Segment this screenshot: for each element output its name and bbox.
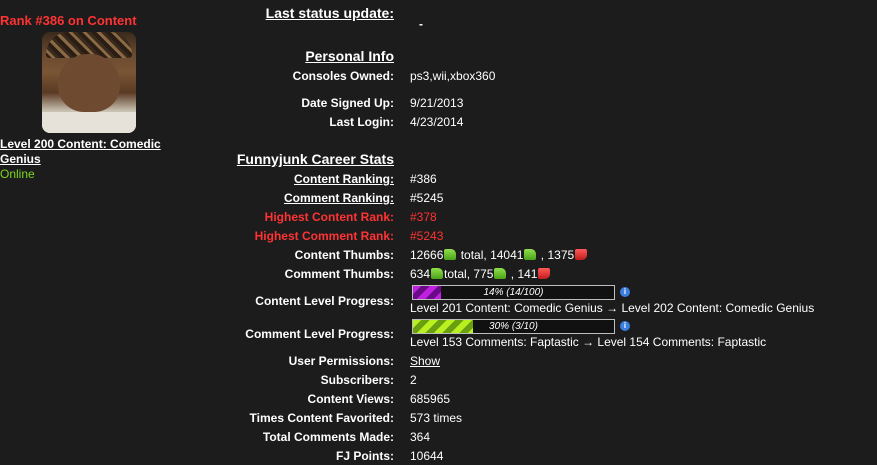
subscribers-value: 2 xyxy=(410,373,417,387)
content-views-value: 685965 xyxy=(410,392,451,406)
permissions-show-link[interactable]: Show xyxy=(410,354,440,368)
level-link[interactable]: Level 200 Content: Comedic Genius xyxy=(0,137,180,167)
content-thumbs-label: Content Thumbs: xyxy=(294,248,394,262)
online-status: Online xyxy=(0,167,35,181)
last-status-value: - xyxy=(419,17,423,31)
permissions-label: User Permissions: xyxy=(288,354,394,368)
total-comments-label: Total Comments Made: xyxy=(262,430,394,444)
comment-thumbs-up: 775 xyxy=(473,267,494,281)
content-thumbs-up: 14041 xyxy=(490,248,524,262)
last-status-label: Last status update: xyxy=(265,5,394,21)
highest-content-rank-label: Highest Content Rank: xyxy=(264,210,394,224)
rank-title: Rank #386 on Content xyxy=(0,13,137,28)
fj-points-value: 10644 xyxy=(410,449,444,463)
avatar-face xyxy=(58,54,120,112)
comment-thumbs-total: 634 xyxy=(410,267,431,281)
content-thumbs-total: 12666 xyxy=(410,248,444,262)
highest-comment-rank-value: #5243 xyxy=(410,229,444,243)
thumbs-up-icon xyxy=(431,268,444,279)
avatar-shirt xyxy=(42,112,136,133)
comment-thumbs-total-word: total, xyxy=(444,267,471,281)
comment-thumbs-value: 634 total, 775 , 141 xyxy=(410,267,551,281)
content-progress-bar: 14% (14/100) xyxy=(412,285,615,300)
total-comments-value: 364 xyxy=(410,430,431,444)
thumbs-up-icon xyxy=(524,249,537,260)
thumbs-up-icon xyxy=(444,249,457,260)
signed-up-value: 9/21/2013 xyxy=(410,96,464,110)
thumbs-down-icon xyxy=(538,268,551,279)
content-progress-label: Content Level Progress: xyxy=(255,294,394,308)
info-icon[interactable]: i xyxy=(620,287,630,297)
fj-points-label: FJ Points: xyxy=(335,449,394,463)
favorited-value: 573 times xyxy=(410,411,463,425)
info-icon[interactable]: i xyxy=(620,321,630,331)
comment-ranking-value: #5245 xyxy=(410,191,444,205)
career-stats-heading: Funnyjunk Career Stats xyxy=(236,151,394,167)
consoles-value: ps3,wii,xbox360 xyxy=(410,69,496,83)
content-views-label: Content Views: xyxy=(307,392,394,406)
consoles-label: Consoles Owned: xyxy=(292,69,394,83)
highest-content-rank-value: #378 xyxy=(410,210,437,224)
comment-progress-text: 30% (3/10) xyxy=(489,321,538,332)
comment-ranking-label[interactable]: Comment Ranking: xyxy=(284,191,394,205)
last-login-value: 4/23/2014 xyxy=(410,115,464,129)
content-ranking-value: #386 xyxy=(410,172,437,186)
content-ranking-label[interactable]: Content Ranking: xyxy=(294,172,394,186)
comment-progress-label: Comment Level Progress: xyxy=(245,327,394,341)
last-login-label: Last Login: xyxy=(329,115,394,129)
comment-thumbs-down: 141 xyxy=(517,267,538,281)
highest-comment-rank-label: Highest Comment Rank: xyxy=(254,229,394,243)
content-thumbs-total-word: total, xyxy=(460,248,487,262)
content-thumbs-down: 1375 xyxy=(547,248,575,262)
signed-up-label: Date Signed Up: xyxy=(301,96,394,110)
favorited-label: Times Content Favorited: xyxy=(249,411,394,425)
comment-progress-bar: 30% (3/10) xyxy=(412,319,615,334)
content-thumbs-value: 12666 total, 14041 , 1375 xyxy=(410,248,588,262)
comment-progress-caption: Level 153 Comments: Faptastic → Level 15… xyxy=(410,335,767,349)
thumbs-up-icon xyxy=(494,268,507,279)
content-progress-text: 14% (14/100) xyxy=(483,287,544,298)
thumbs-down-icon xyxy=(575,249,588,260)
personal-info-heading: Personal Info xyxy=(305,48,394,64)
avatar[interactable] xyxy=(42,32,136,133)
subscribers-label: Subscribers: xyxy=(320,373,394,387)
comment-thumbs-label: Comment Thumbs: xyxy=(284,267,394,281)
content-progress-caption: Level 201 Content: Comedic Genius → Leve… xyxy=(410,301,815,315)
